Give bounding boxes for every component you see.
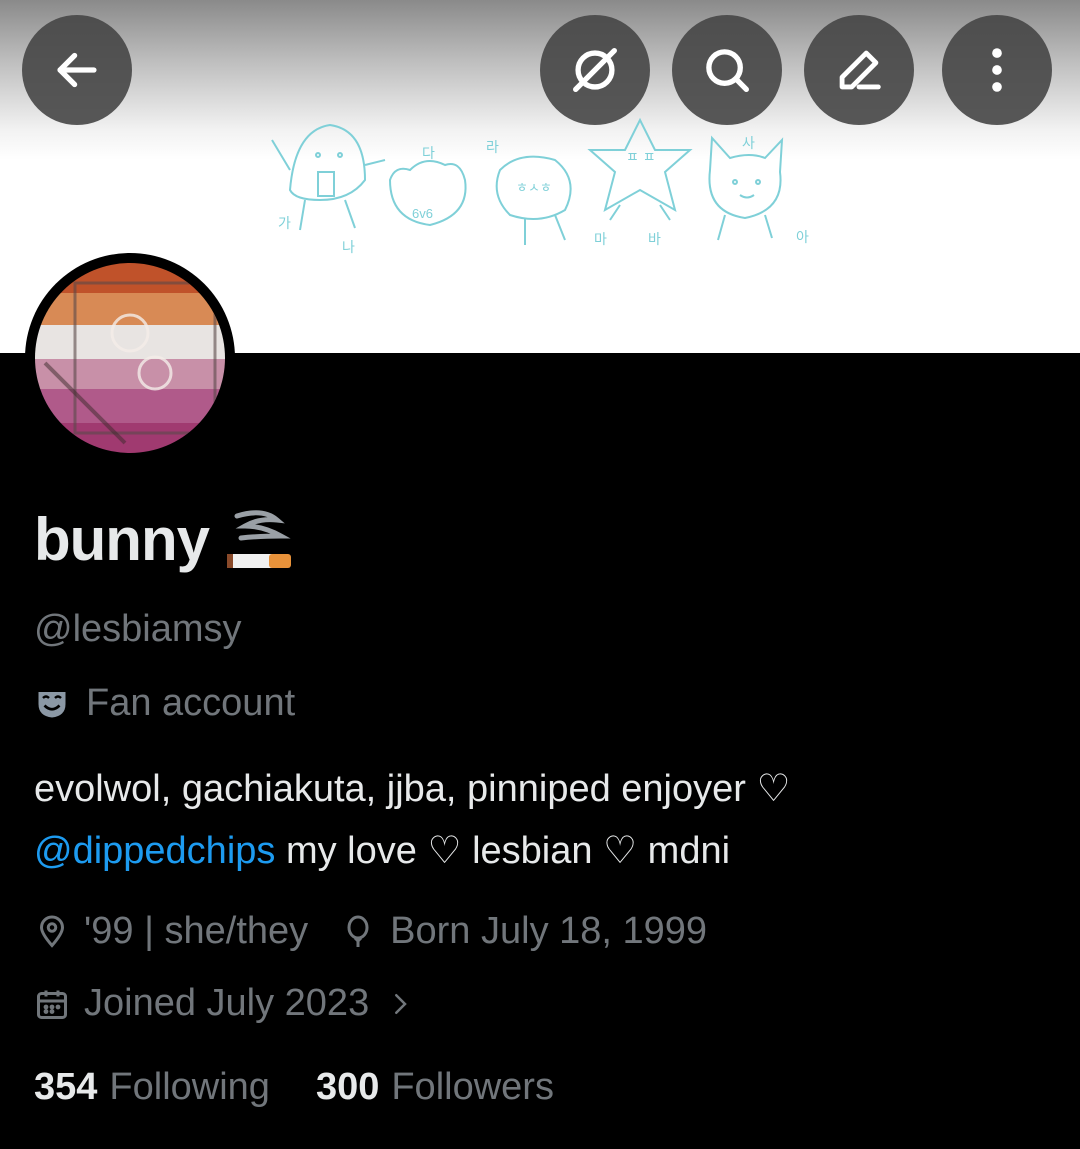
- edit-button[interactable]: [804, 15, 914, 125]
- doodle-label: 나: [342, 239, 355, 255]
- bio-mention-link[interactable]: @dippedchips: [34, 830, 275, 872]
- back-arrow-icon: [57, 52, 97, 88]
- avatar[interactable]: [25, 253, 235, 463]
- joined-item[interactable]: Joined July 2023: [34, 982, 429, 1025]
- doodle-label: ㅍ ㅍ: [626, 149, 656, 165]
- location-text: '99 | she/they: [84, 910, 309, 952]
- doodle-label: 사: [742, 135, 755, 151]
- grok-button[interactable]: [540, 15, 650, 125]
- joined-row[interactable]: Joined July 2023: [34, 982, 461, 1025]
- doodle-label: 아: [796, 229, 809, 245]
- profile-bio: evolwol, gachiakuta, jjba, pinniped enjo…: [34, 758, 1054, 882]
- following-link[interactable]: 354 Following: [34, 1066, 270, 1109]
- birthday-item: Born July 18, 1999: [340, 910, 707, 953]
- birthday-text: Born July 18, 1999: [390, 910, 708, 952]
- doodle-label: 마: [594, 231, 607, 247]
- more-options-button[interactable]: [942, 15, 1052, 125]
- followers-link[interactable]: 300 Followers: [316, 1066, 554, 1109]
- bio-text: my love ♡ lesbian ♡ mdni: [275, 830, 731, 872]
- display-name-row: bunny: [34, 505, 295, 574]
- profile-meta-row: '99 | she/they Born July 18, 1999: [34, 910, 739, 953]
- location-item: '99 | she/they: [34, 910, 308, 953]
- doodle-label: 라: [486, 139, 499, 155]
- chevron-right-icon: [395, 993, 407, 1014]
- more-icon: [992, 48, 1002, 92]
- display-name: bunny: [34, 506, 210, 573]
- avatar-image: [35, 263, 225, 453]
- edit-icon: [839, 50, 881, 90]
- category-label: Fan account: [86, 682, 296, 724]
- doodle-label: 가: [278, 215, 291, 231]
- theater-masks-icon: [38, 691, 66, 717]
- bio-line: evolwol, gachiakuta, jjba, pinniped enjo…: [34, 768, 791, 810]
- cigarette-emoji-icon: [226, 509, 291, 568]
- bio-line: @dippedchips my love ♡ lesbian ♡ mdni: [34, 820, 1054, 882]
- search-button[interactable]: [672, 15, 782, 125]
- joined-text: Joined July 2023: [84, 982, 370, 1024]
- balloon-icon: [347, 915, 369, 947]
- profile-category: Fan account: [34, 682, 295, 725]
- doodle-label: 바: [648, 231, 661, 247]
- doodle-label: ㅎㅅㅎ: [516, 180, 552, 195]
- location-pin-icon: [39, 915, 65, 948]
- grok-icon: [573, 48, 617, 92]
- following-label: Following: [109, 1066, 270, 1108]
- doodle-label: 6v6: [412, 206, 433, 221]
- following-count: 354: [34, 1066, 98, 1108]
- followers-label: Followers: [391, 1066, 554, 1108]
- followers-count: 300: [315, 1066, 380, 1108]
- back-button[interactable]: [22, 15, 132, 125]
- follow-counts: 354 Following 300 Followers: [34, 1066, 600, 1109]
- profile-handle: @lesbiamsy: [34, 608, 242, 650]
- search-icon: [706, 49, 749, 92]
- calendar-icon: [37, 990, 67, 1019]
- doodle-label: 다: [422, 145, 435, 161]
